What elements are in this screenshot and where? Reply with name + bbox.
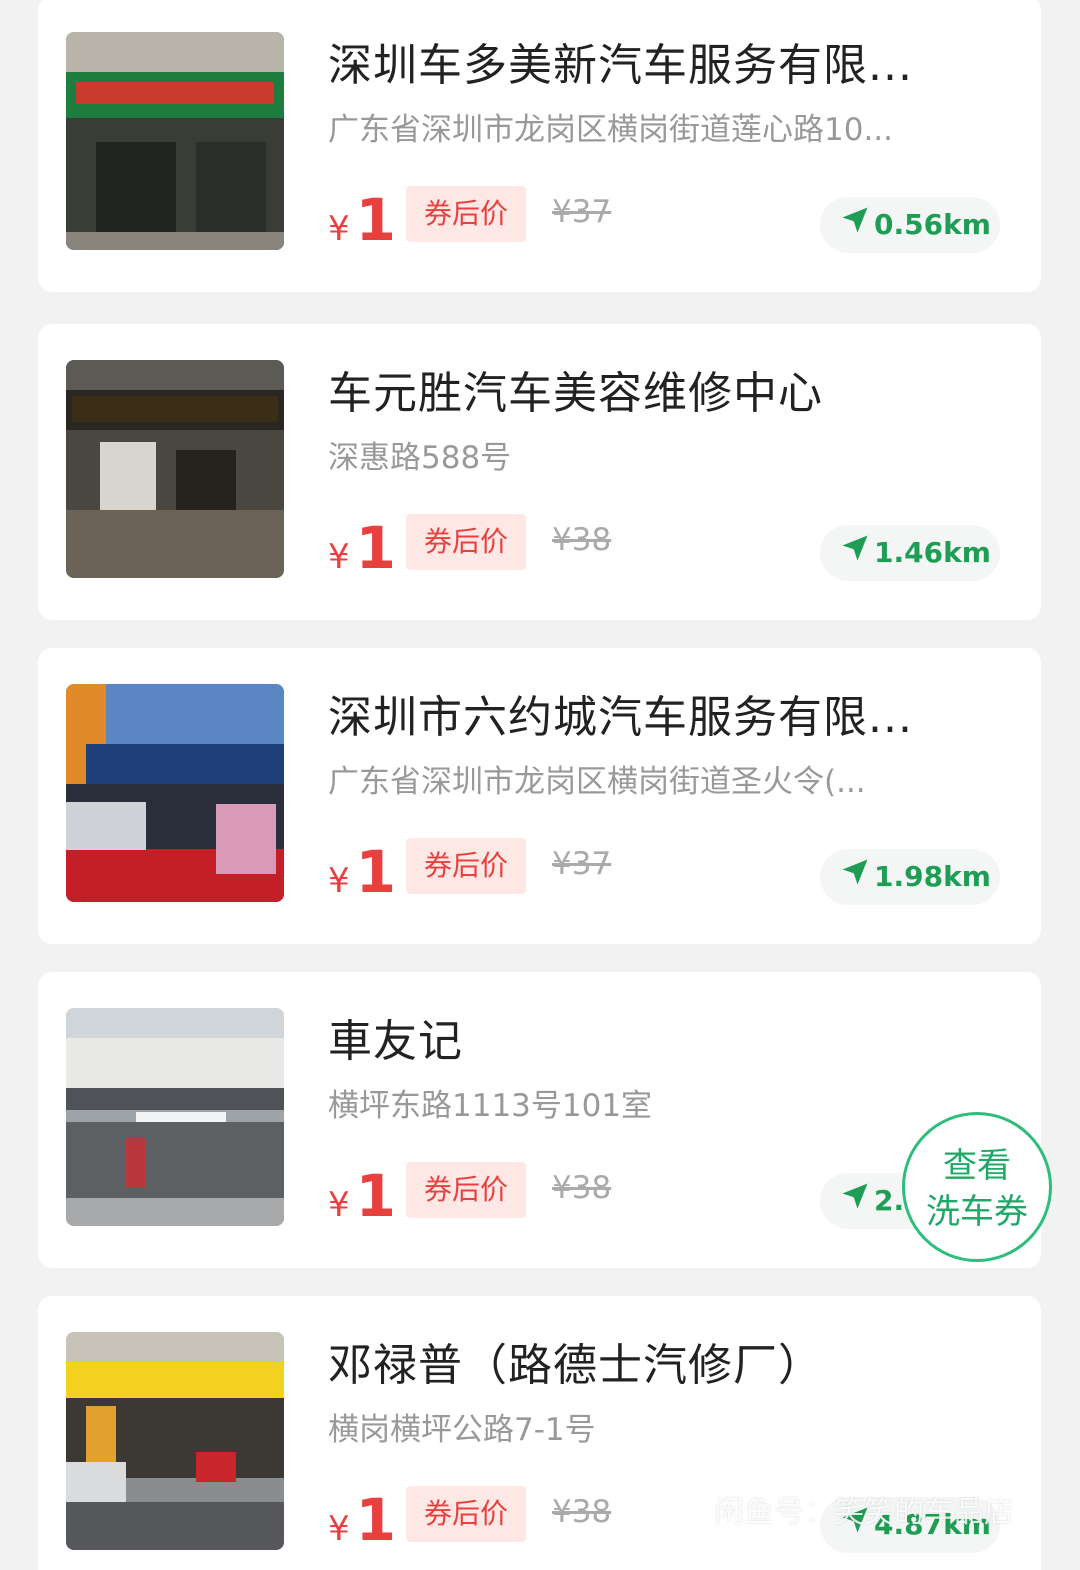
price-value: 1 — [355, 1486, 396, 1554]
store-photo — [66, 32, 284, 250]
watermark-logo: 闲鱼 — [935, 1415, 1033, 1469]
distance-value: 1.98km — [874, 860, 991, 893]
coupon-price: ¥1 — [328, 514, 396, 584]
price-value: 1 — [355, 186, 396, 254]
store-card[interactable]: 深圳市六约城汽车服务有限... 广东省深圳市龙岗区横岗街道圣火令(... ¥1 … — [38, 648, 1041, 944]
store-address: 广东省深圳市龙岗区横岗街道圣火令(... — [328, 764, 866, 800]
original-price: ¥37 — [552, 846, 612, 882]
coupon-price: ¥1 — [328, 1486, 396, 1556]
store-card[interactable]: 车元胜汽车美容维修中心 深惠路588号 ¥1 券后价 ¥38 1.46km — [38, 324, 1041, 620]
store-name: 深圳市六约城汽车服务有限... — [328, 692, 913, 743]
currency-symbol: ¥ — [328, 1185, 350, 1225]
navigation-arrow-icon — [840, 198, 870, 253]
coupon-tag: 券后价 — [406, 838, 526, 894]
distance-value: 0.56km — [874, 208, 991, 241]
navigation-arrow-icon — [840, 526, 870, 581]
store-address: 横岗横坪公路7-1号 — [328, 1412, 596, 1448]
currency-symbol: ¥ — [328, 209, 350, 249]
store-photo — [66, 1008, 284, 1226]
float-button-line2: 洗车券 — [926, 1192, 1028, 1232]
currency-symbol: ¥ — [328, 1509, 350, 1549]
store-photo — [66, 360, 284, 578]
watermark-text: 闲鱼号：笑笑的车品店 — [714, 1495, 1014, 1530]
distance-badge: 0.56km — [820, 197, 1000, 253]
navigation-arrow-icon — [840, 1174, 870, 1229]
view-car-wash-coupon-button[interactable]: 查看 洗车券 — [902, 1112, 1052, 1262]
coupon-tag: 券后价 — [406, 1486, 526, 1542]
distance-badge: 1.46km — [820, 525, 1000, 581]
price-value: 1 — [355, 1162, 396, 1230]
coupon-price: ¥1 — [328, 838, 396, 908]
currency-symbol: ¥ — [328, 537, 350, 577]
distance-badge: 1.98km — [820, 849, 1000, 905]
store-name: 邓禄普（路德士汽修厂） — [328, 1340, 823, 1391]
original-price: ¥37 — [552, 194, 612, 230]
original-price: ¥38 — [552, 522, 612, 558]
coupon-price: ¥1 — [328, 1162, 396, 1232]
store-photo — [66, 1332, 284, 1550]
store-photo — [66, 684, 284, 902]
store-list: 深圳车多美新汽车服务有限... 广东省深圳市龙岗区横岗街道莲心路10... ¥1… — [0, 0, 1080, 1570]
navigation-arrow-icon — [840, 850, 870, 905]
coupon-tag: 券后价 — [406, 186, 526, 242]
store-name: 車友记 — [328, 1016, 463, 1067]
distance-value: 2. — [874, 1184, 905, 1217]
price-value: 1 — [355, 514, 396, 582]
currency-symbol: ¥ — [328, 861, 350, 901]
original-price: ¥38 — [552, 1170, 612, 1206]
coupon-tag: 券后价 — [406, 1162, 526, 1218]
original-price: ¥38 — [552, 1494, 612, 1530]
store-name: 深圳车多美新汽车服务有限... — [328, 40, 913, 91]
price-value: 1 — [355, 838, 396, 906]
float-button-line1: 查看 — [943, 1146, 1011, 1186]
coupon-price: ¥1 — [328, 186, 396, 256]
store-address: 广东省深圳市龙岗区横岗街道莲心路10... — [328, 112, 894, 148]
coupon-tag: 券后价 — [406, 514, 526, 570]
store-card[interactable]: 車友记 横坪东路1113号101室 ¥1 券后价 ¥38 2. — [38, 972, 1041, 1268]
store-card[interactable]: 深圳车多美新汽车服务有限... 广东省深圳市龙岗区横岗街道莲心路10... ¥1… — [38, 0, 1041, 292]
store-address: 横坪东路1113号101室 — [328, 1088, 653, 1124]
store-name: 车元胜汽车美容维修中心 — [328, 368, 823, 419]
distance-value: 1.46km — [874, 536, 991, 569]
store-address: 深惠路588号 — [328, 440, 512, 476]
